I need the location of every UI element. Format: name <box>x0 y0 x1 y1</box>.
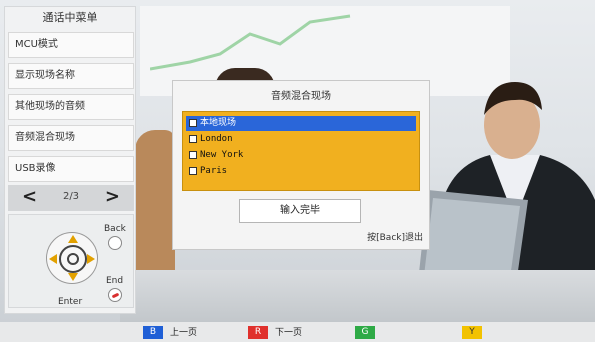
menu-item-show-site-name[interactable]: 显示现场名称 <box>8 63 134 89</box>
end-call-icon[interactable] <box>108 288 122 302</box>
enter-label: Enter <box>58 297 83 307</box>
checkbox-icon[interactable] <box>189 151 197 159</box>
yellow-key-button[interactable]: Y <box>462 326 482 339</box>
dialog-title: 音频混合现场 <box>271 91 331 102</box>
arrow-left-icon[interactable] <box>49 254 57 264</box>
option-label: London <box>200 134 233 144</box>
red-key-label: 下一页 <box>275 328 303 338</box>
option-new-york[interactable]: New York <box>186 148 416 163</box>
option-london[interactable]: London <box>186 132 416 147</box>
table <box>120 270 595 330</box>
enter-button-icon[interactable] <box>67 253 79 265</box>
menu-item-audio-mix-site[interactable]: 音频混合现场 <box>8 125 134 151</box>
option-local-site[interactable]: 本地现场 <box>186 116 416 131</box>
color-key-bar: B 上一页 R 下一页 G Y <box>0 322 595 342</box>
dpad-icon[interactable] <box>46 232 98 284</box>
menu-item-other-site-audio[interactable]: 其他现场的音频 <box>8 94 134 120</box>
back-label: Back <box>104 224 126 234</box>
back-button-icon[interactable] <box>108 236 122 250</box>
menu-title: 通话中菜单 <box>42 11 98 24</box>
menu-item-mcu-mode[interactable]: MCU模式 <box>8 32 134 58</box>
end-label: End <box>106 276 124 286</box>
checkbox-icon[interactable] <box>189 119 197 127</box>
menu-item-usb-record[interactable]: USB录像 <box>8 156 134 182</box>
blue-key-label: 上一页 <box>170 328 198 338</box>
red-key-button[interactable]: R <box>248 326 268 339</box>
arrow-right-icon[interactable] <box>87 254 95 264</box>
option-label: New York <box>200 150 244 160</box>
option-label: 本地现场 <box>200 118 237 128</box>
option-paris[interactable]: Paris <box>186 164 416 179</box>
menu-pager: < 2/3 > <box>8 185 134 211</box>
person-left <box>135 130 175 280</box>
checkbox-icon[interactable] <box>189 167 197 175</box>
checkbox-icon[interactable] <box>189 135 197 143</box>
arrow-up-icon[interactable] <box>68 235 78 243</box>
arrow-down-icon[interactable] <box>68 273 78 281</box>
next-page-icon[interactable]: > <box>105 187 120 207</box>
blue-key-button[interactable]: B <box>143 326 163 339</box>
site-options-list: 本地现场 London New York Paris <box>182 111 420 191</box>
whiteboard-graph <box>150 14 351 71</box>
green-key-button[interactable]: G <box>355 326 375 339</box>
exit-hint: 按[Back]退出 <box>367 233 423 243</box>
audio-mix-dialog: 音频混合现场 本地现场 London New York Paris 输入完毕 按… <box>172 80 430 250</box>
option-label: Paris <box>200 166 228 176</box>
done-button[interactable]: 输入完毕 <box>239 199 361 223</box>
